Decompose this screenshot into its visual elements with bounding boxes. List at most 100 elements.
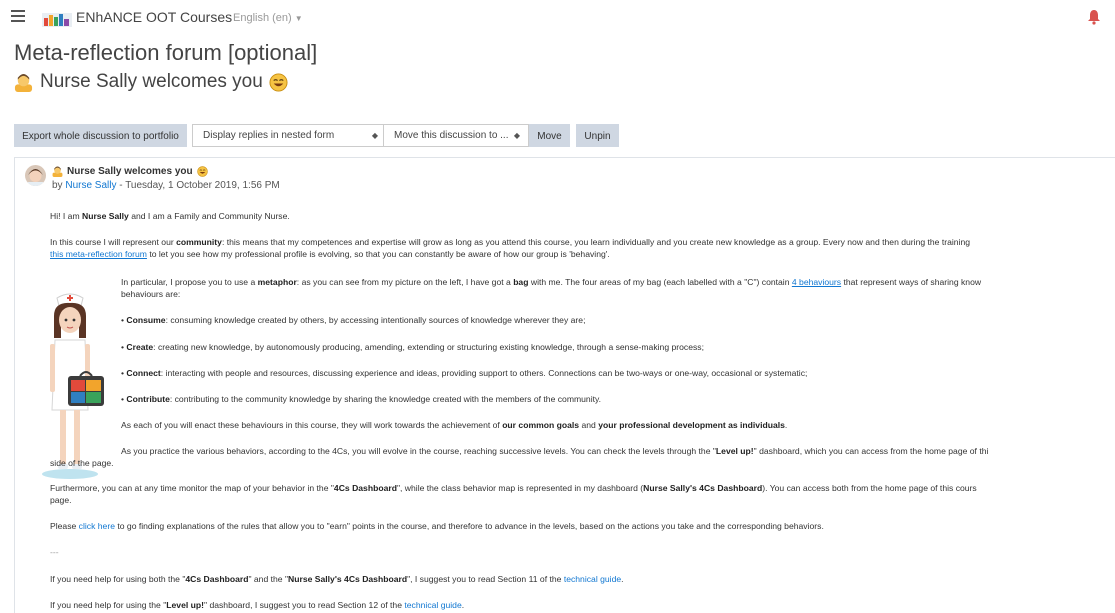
text-run: ", while the class behavior map is repre…	[396, 483, 644, 493]
bold-run: Nurse Sally's 4Cs Dashboard	[288, 574, 408, 584]
paragraph-community: In this course I will represent our comm…	[50, 236, 970, 248]
bold-run: 4Cs Dashboard	[185, 574, 249, 584]
paragraph-metaphor: In particular, I propose you to use a me…	[121, 276, 981, 288]
link-text: this meta-reflection forum	[50, 249, 147, 259]
bold-run: metaphor	[257, 277, 297, 287]
forum-post: Nurse Sally welcomes you by Nurse Sally …	[14, 157, 1115, 613]
text-run: and I am a Family and Community Nurse.	[128, 211, 290, 221]
bold-run: Connect	[126, 368, 161, 378]
caret-down-icon: ▼	[294, 14, 303, 23]
text-run: ). You can access both from the home pag…	[762, 483, 977, 493]
smiling-face-icon	[269, 72, 288, 92]
move-discussion-select[interactable]: Move this discussion to ... ◆	[383, 124, 529, 147]
display-mode-value: Display replies in nested form	[203, 130, 335, 141]
notification-bell-icon[interactable]	[1087, 9, 1101, 25]
technical-guide-link[interactable]: technical guide	[564, 574, 621, 584]
paragraph-goals: As each of you will enact these behaviou…	[121, 419, 787, 431]
discussion-title: Nurse Sally welcomes you	[14, 71, 288, 93]
text-run: : contributing to the community knowledg…	[169, 394, 602, 404]
bold-run: Nurse Sally	[82, 211, 129, 221]
text-run: : this means that my competences and exp…	[221, 237, 971, 247]
text-run: : interacting with people and resources,…	[160, 368, 808, 378]
smiling-face-icon	[196, 166, 208, 177]
text-run: : creating new knowledge, by autonomousl…	[153, 342, 704, 352]
person-emoji-icon	[52, 166, 63, 177]
paragraph-levels: As you practice the various behaviors, a…	[121, 445, 988, 457]
move-button[interactable]: Move	[529, 124, 570, 147]
bold-run: our common goals	[502, 420, 580, 430]
paragraph-dashboard: Furthermore, you can at any time monitor…	[50, 482, 977, 494]
hamburger-icon[interactable]	[11, 10, 25, 24]
text-run: In this course I will represent our	[50, 237, 177, 247]
bold-run: 4Cs Dashboard	[333, 483, 397, 493]
text-run: " dashboard, which you can access from t…	[753, 446, 989, 456]
text-run: to let you see how my professional profi…	[146, 249, 610, 259]
paragraph-metaphor-cont: behaviours are:	[121, 289, 181, 299]
text-run: .	[784, 420, 788, 430]
click-here-link[interactable]: click here	[79, 521, 115, 531]
bullet-create: • Create: creating new knowledge, by aut…	[121, 341, 704, 353]
bold-run: bag	[513, 277, 529, 287]
text-run: As each of you will enact these behaviou…	[121, 420, 503, 430]
text-run: " dashboard, I suggest you to read Secti…	[204, 600, 405, 610]
paragraph-dashboard-cont: page.	[50, 495, 72, 505]
bold-run: Level up!	[715, 446, 754, 456]
paragraph-intro: Hi! I am Nurse Sally and I am a Family a…	[50, 210, 290, 222]
text-run: that represent ways of sharing know	[841, 277, 982, 287]
bold-run: your professional development as individ…	[598, 420, 785, 430]
page-title: Meta-reflection forum [optional]	[14, 40, 318, 65]
author-avatar[interactable]	[25, 165, 46, 186]
site-name[interactable]: ENhANCE OOT Courses	[76, 9, 232, 25]
discussion-title-text: Nurse Sally welcomes you	[40, 71, 263, 92]
enhance-logo[interactable]	[42, 9, 72, 27]
bullet-contribute: • Contribute: contributing to the commun…	[121, 393, 601, 405]
text-run: : as you can see from my picture on the …	[296, 277, 514, 287]
post-subject-text: Nurse Sally welcomes you	[67, 166, 193, 177]
meta-reflection-forum-link[interactable]: this meta-reflection forum	[50, 249, 147, 259]
nurse-sally-illustration	[42, 293, 104, 479]
paragraph-levels-cont: side of the page.	[50, 458, 114, 468]
four-behaviours-link[interactable]: 4 behaviours	[792, 277, 841, 287]
link-text: 4 behaviours	[791, 277, 842, 287]
post-subject: Nurse Sally welcomes you	[52, 166, 208, 177]
text-run: with me. The four areas of my bag (each …	[528, 277, 792, 287]
select-arrows-icon: ◆	[371, 131, 378, 140]
bold-run: Contribute	[126, 394, 170, 404]
language-label: English (en)	[233, 12, 292, 24]
text-run: In particular, I propose you to use a	[121, 277, 258, 287]
post-byline: by Nurse Sally - Tuesday, 1 October 2019…	[52, 180, 280, 191]
text-run: If you need help for using both the "	[50, 574, 186, 584]
person-emoji-icon	[14, 73, 33, 92]
bold-run: Level up!	[166, 600, 205, 610]
text-run: : consuming knowledge created by others,…	[165, 315, 586, 325]
bold-run: Consume	[126, 315, 166, 325]
move-discussion-value: Move this discussion to ...	[394, 130, 509, 141]
paragraph-rules: Please click here to go finding explanat…	[50, 520, 824, 532]
display-mode-select[interactable]: Display replies in nested form ◆	[192, 124, 387, 147]
bullet-consume: • Consume: consuming knowledge created b…	[121, 314, 585, 326]
text-run: As you practice the various behaviors, a…	[121, 446, 716, 456]
export-portfolio-button[interactable]: Export whole discussion to portfolio	[14, 124, 187, 147]
text-run: Hi! I am	[50, 211, 82, 221]
author-link[interactable]: Nurse Sally	[65, 180, 116, 191]
select-arrows-icon: ◆	[513, 131, 520, 140]
text-run: ", I suggest you to read Section 11 of t…	[407, 574, 564, 584]
text-run: .	[461, 600, 465, 610]
paragraph-help-levelup: If you need help for using the "Level up…	[50, 599, 464, 611]
text-run: .	[621, 574, 624, 584]
top-navbar: ENhANCE OOT Courses English (en) ▼	[0, 0, 1115, 36]
text-run: Please	[50, 521, 79, 531]
text-run: Furthermore, you can at any time monitor…	[50, 483, 334, 493]
technical-guide-link[interactable]: technical guide	[404, 600, 461, 610]
bold-run: Create	[126, 342, 154, 352]
unpin-button[interactable]: Unpin	[576, 124, 619, 147]
post-date: - Tuesday, 1 October 2019, 1:56 PM	[116, 180, 280, 191]
language-menu[interactable]: English (en) ▼	[233, 12, 303, 24]
text-run: If you need help for using the "	[50, 600, 167, 610]
paragraph-help-4cs: If you need help for using both the "4Cs…	[50, 573, 624, 585]
bullet-connect: • Connect: interacting with people and r…	[121, 367, 807, 379]
bold-run: community	[176, 237, 222, 247]
text-run: and	[579, 420, 599, 430]
byline-by: by	[52, 180, 63, 191]
text-run: to go finding explanations of the rules …	[114, 521, 824, 531]
